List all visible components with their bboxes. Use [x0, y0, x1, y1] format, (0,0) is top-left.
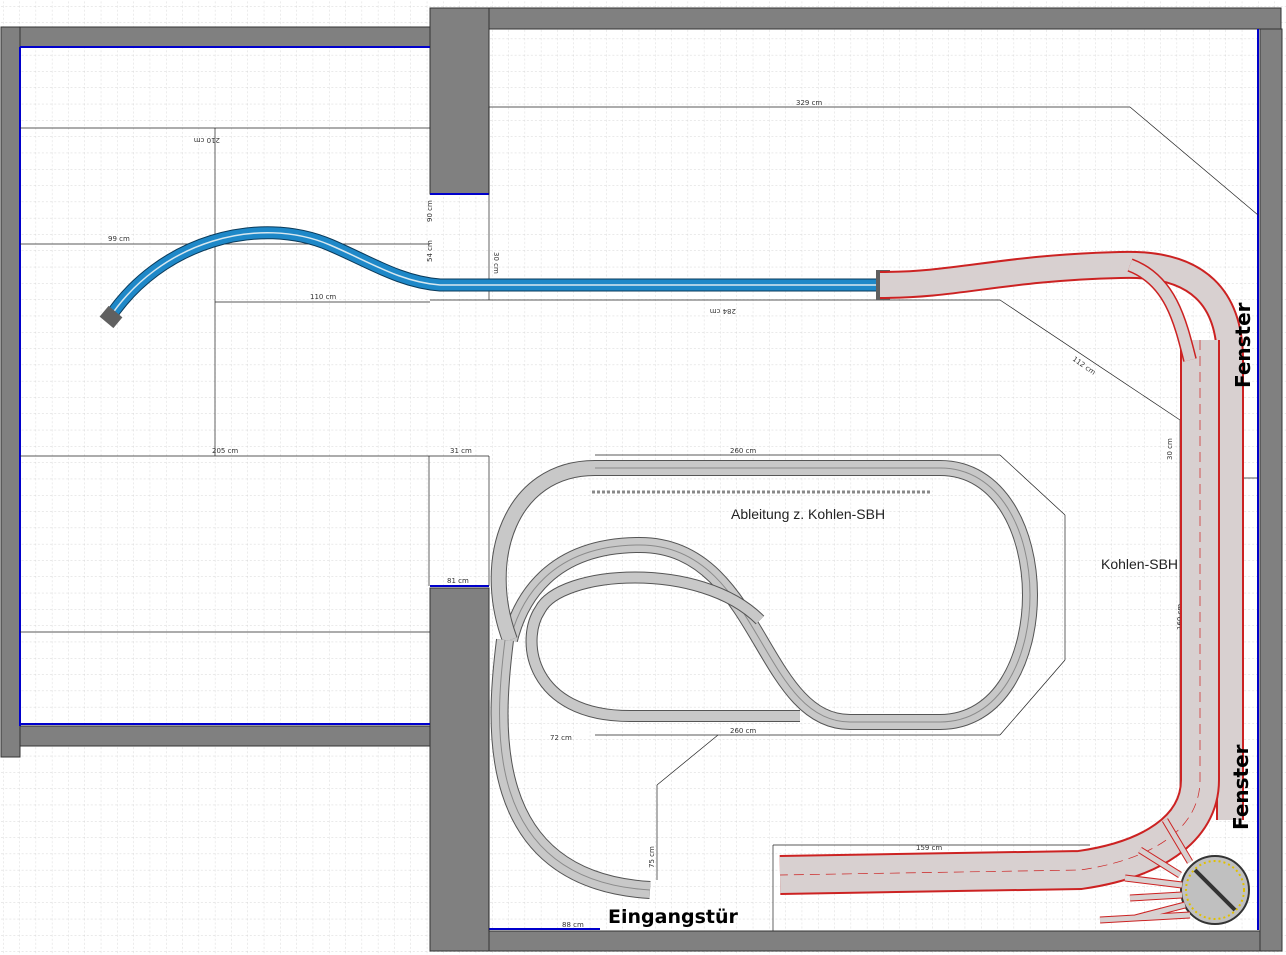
dim-110: 110 cm [310, 293, 336, 301]
layout-drawing[interactable]: 329 cm 99 cm 110 cm 205 cm 31 cm 260 cm … [0, 0, 1286, 955]
dim-260-bottom: 260 cm [730, 727, 756, 735]
dim-205: 205 cm [212, 447, 238, 455]
wall-right [1259, 28, 1283, 952]
label-kohlen-sbh: Kohlen-SBH [1101, 556, 1178, 572]
dim-88: 88 cm [562, 921, 584, 929]
label-fenster-bottom: Fenster [1229, 744, 1253, 830]
label-fenster-top: Fenster [1231, 302, 1255, 388]
wall-top-left [19, 26, 431, 48]
dim-210: 210 cm [194, 136, 220, 144]
track-plan-canvas[interactable]: 329 cm 99 cm 110 cm 205 cm 31 cm 260 cm … [0, 0, 1286, 955]
wall-left [0, 26, 21, 758]
dim-260-top: 260 cm [730, 447, 756, 455]
dim-30b: 30 cm [492, 252, 500, 274]
dim-30: 30 cm [1166, 438, 1174, 460]
dim-329: 329 cm [796, 99, 822, 107]
grid-background [0, 0, 1286, 955]
dim-54: 54 cm [426, 240, 434, 262]
label-eingangstuer: Eingangstür [608, 906, 738, 928]
dim-72: 72 cm [550, 734, 572, 742]
dim-99: 99 cm [108, 235, 130, 243]
dim-31: 31 cm [450, 447, 472, 455]
wall-top-right [488, 7, 1282, 30]
wall-pillar-top [429, 7, 490, 195]
dim-81: 81 cm [447, 577, 469, 585]
dim-284: 284 cm [710, 307, 736, 315]
wall-bottom-left [19, 725, 431, 747]
dim-90: 90 cm [426, 200, 434, 222]
wall-bottom-right [488, 930, 1261, 952]
dim-159: 159 cm [916, 844, 942, 852]
dim-75: 75 cm [648, 846, 656, 868]
wall-pillar-bottom [429, 587, 490, 952]
label-ableitung: Ableitung z. Kohlen-SBH [731, 506, 885, 522]
